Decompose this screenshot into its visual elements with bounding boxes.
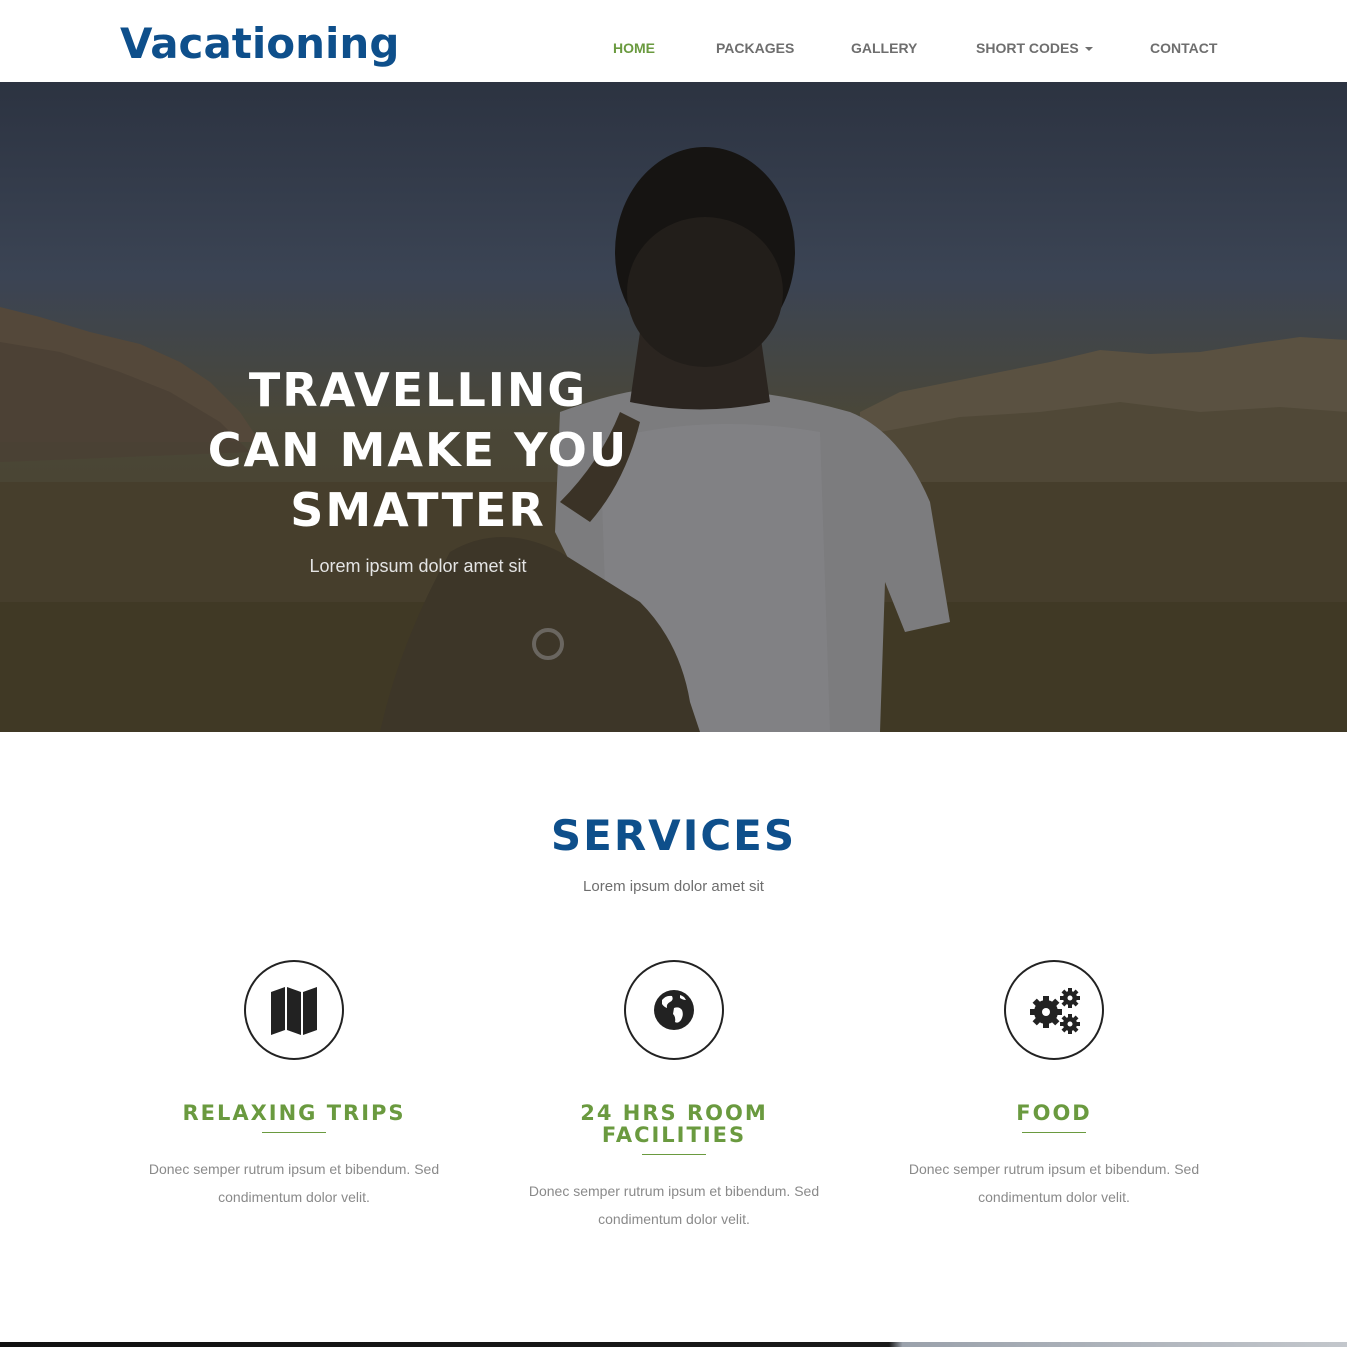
caret-down-icon bbox=[1084, 47, 1093, 52]
service-icon-circle bbox=[1004, 960, 1104, 1060]
nav-home[interactable]: HOME bbox=[613, 38, 655, 58]
nav-gallery[interactable]: GALLERY bbox=[851, 38, 917, 58]
hero-subtitle: Lorem ipsum dolor amet sit bbox=[309, 556, 527, 576]
service-card-24-hrs-room: 24 HRS ROOM FACILITIES Donec semper rutr… bbox=[504, 960, 844, 1233]
hero-title-line-3: SMATTER bbox=[290, 483, 546, 537]
services-heading: SERVICES bbox=[550, 811, 797, 860]
service-description: Donec semper rutrum ipsum et bibendum. S… bbox=[908, 1161, 1200, 1205]
title-underline bbox=[1022, 1132, 1086, 1133]
nav-packages[interactable]: PACKAGES bbox=[716, 38, 794, 58]
service-description: Donec semper rutrum ipsum et bibendum. S… bbox=[528, 1183, 820, 1227]
hero-title-line-2: CAN MAKE YOU bbox=[207, 423, 629, 477]
gears-icon bbox=[1030, 988, 1080, 1034]
top-navbar: Vacationing HOME PACKAGES GALLERY SHORT … bbox=[0, 0, 1347, 82]
service-description: Donec semper rutrum ipsum et bibendum. S… bbox=[148, 1161, 440, 1205]
service-title: RELAXING TRIPS bbox=[182, 1101, 406, 1125]
service-card-food: FOOD Donec semper rutrum ipsum et bibend… bbox=[884, 960, 1224, 1211]
hero-title: TRAVELLING CAN MAKE YOU SMATTER bbox=[198, 360, 638, 540]
service-icon-circle bbox=[244, 960, 344, 1060]
next-section-edge bbox=[0, 1342, 1347, 1347]
service-title: FOOD bbox=[1016, 1101, 1092, 1125]
hero-banner: TRAVELLING CAN MAKE YOU SMATTER Lorem ip… bbox=[0, 82, 1347, 732]
main-nav: HOME PACKAGES GALLERY SHORT CODES CONTAC… bbox=[0, 38, 1347, 58]
title-underline bbox=[642, 1154, 706, 1155]
hero-title-line-1: TRAVELLING bbox=[248, 363, 588, 417]
globe-icon bbox=[654, 990, 694, 1030]
services-subtitle: Lorem ipsum dolor amet sit bbox=[583, 878, 764, 895]
service-card-relaxing-trips: RELAXING TRIPS Donec semper rutrum ipsum… bbox=[124, 960, 464, 1211]
nav-short-codes-label: SHORT CODES bbox=[976, 40, 1079, 56]
service-icon-circle bbox=[624, 960, 724, 1060]
nav-contact[interactable]: CONTACT bbox=[1150, 38, 1217, 58]
service-title: 24 HRS ROOM FACILITIES bbox=[580, 1101, 768, 1147]
nav-short-codes[interactable]: SHORT CODES bbox=[976, 38, 1093, 58]
map-icon bbox=[271, 987, 317, 1035]
title-underline bbox=[262, 1132, 326, 1133]
